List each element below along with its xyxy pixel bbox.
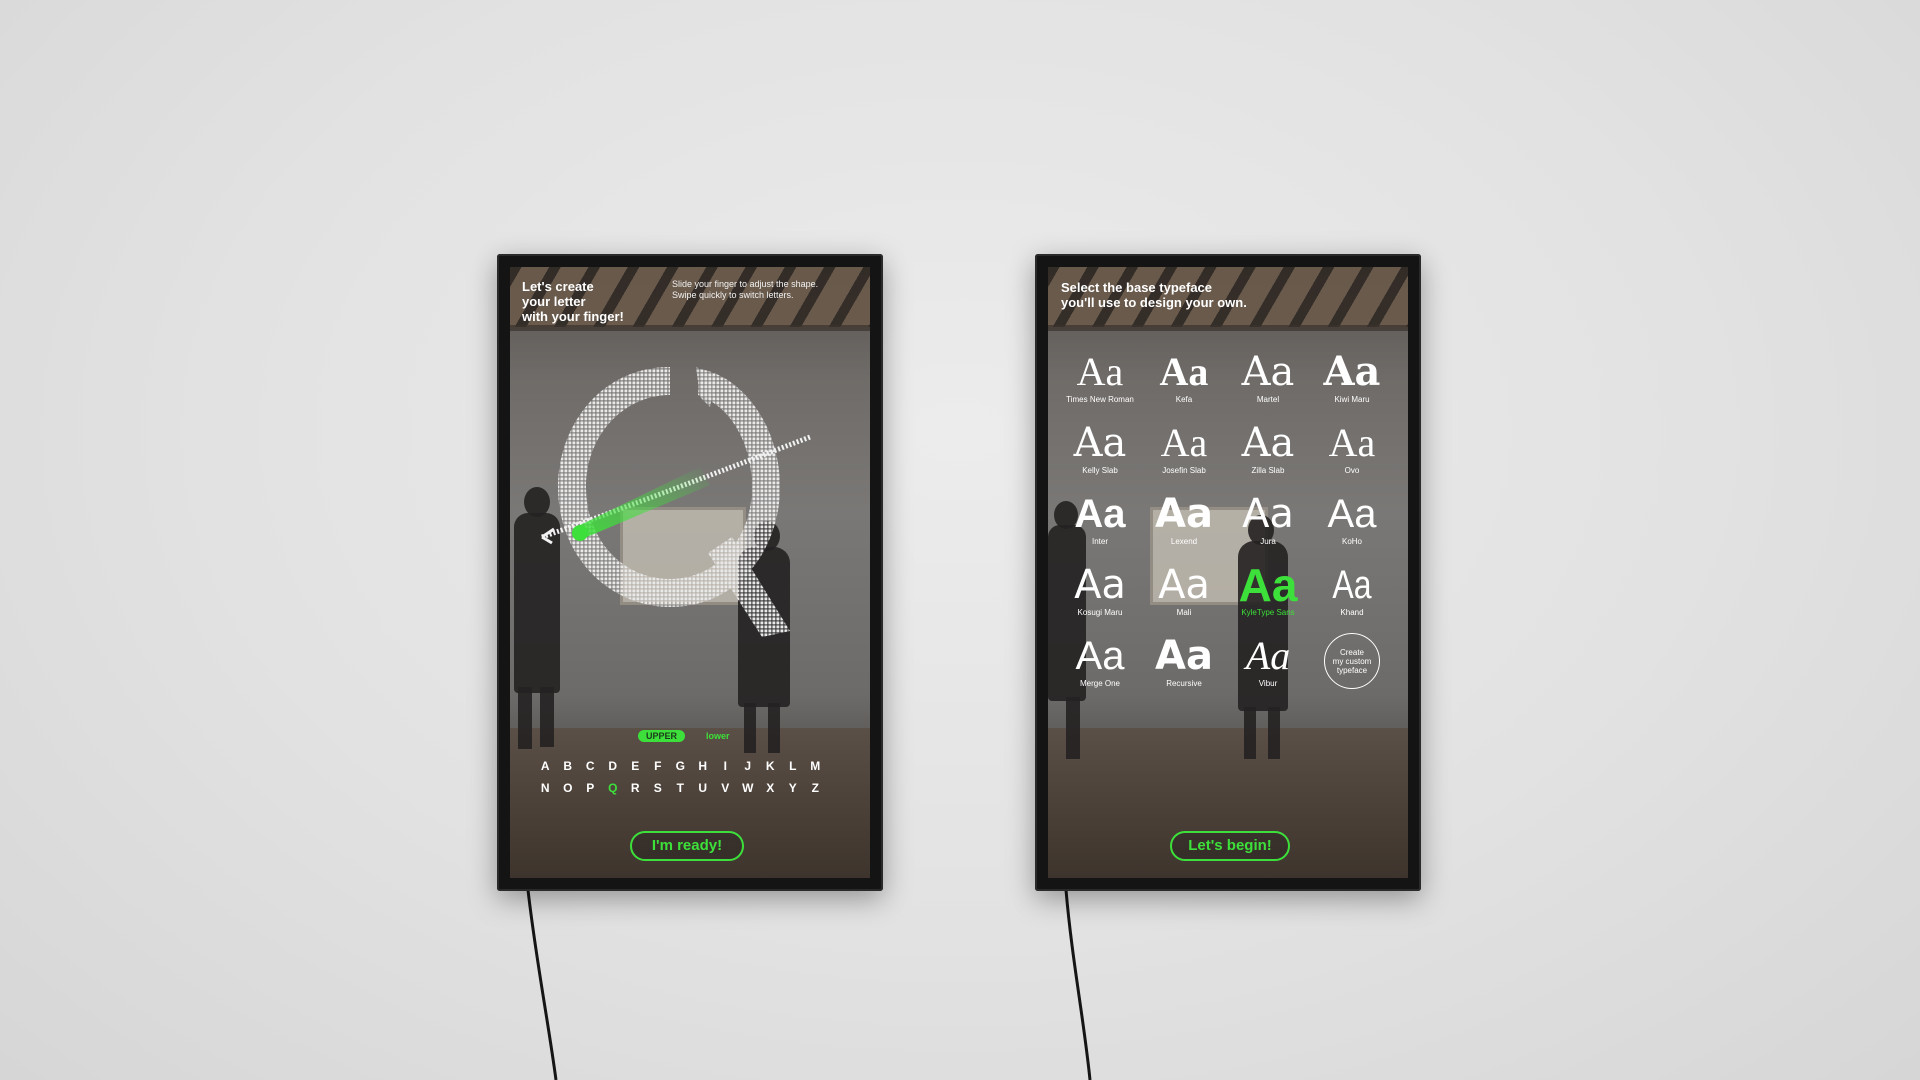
- letter-key[interactable]: B: [557, 759, 580, 773]
- serif-sample-icon: Aa: [1241, 349, 1295, 395]
- letter-key[interactable]: S: [647, 781, 670, 795]
- letter-key[interactable]: W: [737, 781, 760, 795]
- letter-key[interactable]: Y: [782, 781, 805, 795]
- typeface-option[interactable]: Aa Josefin Slab: [1142, 418, 1226, 475]
- letter-canvas[interactable]: [540, 337, 840, 637]
- left-screen: Let's create your letter with your finge…: [510, 267, 870, 878]
- power-cables: [526, 889, 1092, 1080]
- right-display-frame: Select the base typeface you'll use to d…: [1035, 254, 1421, 891]
- lowercase-toggle[interactable]: lower: [706, 731, 730, 741]
- sans-sample-icon: Aa: [1327, 492, 1377, 536]
- letter-key[interactable]: F: [647, 759, 670, 773]
- condensed-sample-icon: Aa: [1332, 563, 1372, 607]
- letter-key[interactable]: D: [602, 759, 625, 773]
- slab-light-sample-icon: Aa: [1160, 420, 1208, 465]
- typeface-option[interactable]: Aa Lexend: [1142, 489, 1226, 546]
- pixel-letter-q[interactable]: [540, 337, 840, 637]
- create-letter-title: Let's create your letter with your finge…: [522, 279, 624, 324]
- typeface-option[interactable]: Aa Vibur: [1226, 631, 1310, 689]
- letter-key[interactable]: E: [624, 759, 647, 773]
- typeface-option-selected[interactable]: Aa KyleType Sans: [1226, 560, 1310, 617]
- sans-sample-icon: Aa: [1074, 562, 1126, 608]
- typeface-option[interactable]: Aa Kelly Slab: [1058, 418, 1142, 475]
- touch-point-indicator: [572, 525, 588, 541]
- typeface-option[interactable]: Aa Recursive: [1142, 631, 1226, 689]
- sans-bold-sample-icon: Aa: [1238, 559, 1298, 611]
- typeface-option[interactable]: Aa Jura: [1226, 489, 1310, 546]
- letter-key[interactable]: K: [759, 759, 782, 773]
- typeface-option[interactable]: Aa Martel: [1226, 347, 1310, 404]
- typeface-option[interactable]: Aa Khand: [1310, 560, 1394, 617]
- typeface-grid: Aa Times New Roman Aa Kefa Aa Martel Aa Kiwi…: [1058, 347, 1394, 689]
- uppercase-toggle[interactable]: UPPER: [638, 730, 686, 742]
- sans-bold-sample-icon: Aa: [1155, 633, 1213, 679]
- slab-sample-icon: Aa: [1073, 420, 1127, 466]
- typeface-option[interactable]: Aa Mali: [1142, 560, 1226, 617]
- letter-key[interactable]: J: [737, 759, 760, 773]
- left-display-frame: Let's create your letter with your finge…: [497, 254, 883, 891]
- im-ready-button[interactable]: I'm ready!: [630, 831, 744, 861]
- letter-key[interactable]: A: [534, 759, 557, 773]
- typeface-option[interactable]: Aa Inter: [1058, 489, 1142, 546]
- script-sample-icon: Aa: [1245, 633, 1291, 678]
- sans-sample-icon: Aa: [1075, 634, 1125, 678]
- sans-bold-sample-icon: Aa: [1074, 492, 1126, 536]
- sans-light-sample-icon: Aa: [1242, 491, 1294, 537]
- serif-sample-icon: Aa: [1328, 420, 1376, 465]
- right-screen: Select the base typeface you'll use to d…: [1048, 267, 1408, 878]
- select-typeface-title: Select the base typeface you'll use to d…: [1061, 280, 1247, 310]
- slab-sample-icon: Aa: [1241, 420, 1295, 466]
- create-custom-typeface-button[interactable]: Create my custom typeface: [1324, 633, 1380, 689]
- letter-key[interactable]: L: [782, 759, 805, 773]
- typeface-option[interactable]: Aa Merge One: [1058, 631, 1142, 689]
- typeface-option[interactable]: Aa Kiwi Maru: [1310, 347, 1394, 404]
- serif-bold-sample-icon: Aa: [1159, 349, 1209, 394]
- typeface-option[interactable]: Aa Ovo: [1310, 418, 1394, 475]
- rounded-sample-icon: Aa: [1158, 562, 1210, 608]
- letter-key[interactable]: H: [692, 759, 715, 773]
- letter-key[interactable]: U: [692, 781, 715, 795]
- letter-key[interactable]: T: [669, 781, 692, 795]
- letter-key[interactable]: O: [557, 781, 580, 795]
- letter-key[interactable]: X: [759, 781, 782, 795]
- typeface-option[interactable]: Aa Kefa: [1142, 347, 1226, 404]
- alphabet-row-2: N O P Q R S T U V W X Y Z: [534, 781, 827, 795]
- typeface-option[interactable]: Aa KoHo: [1310, 489, 1394, 546]
- letter-key[interactable]: I: [714, 759, 737, 773]
- letter-key[interactable]: P: [579, 781, 602, 795]
- letter-key[interactable]: C: [579, 759, 602, 773]
- sans-bold-sample-icon: Aa: [1155, 491, 1213, 537]
- serif-sample-icon: Aa: [1076, 349, 1124, 394]
- typeface-option[interactable]: Aa Times New Roman: [1058, 347, 1142, 404]
- lets-begin-button[interactable]: Let's begin!: [1170, 831, 1290, 861]
- typeface-option[interactable]: Aa Kosugi Maru: [1058, 560, 1142, 617]
- serif-bold-sample-icon: Aa: [1323, 348, 1381, 395]
- letter-key[interactable]: N: [534, 781, 557, 795]
- typeface-option[interactable]: Aa Zilla Slab: [1226, 418, 1310, 475]
- letter-key[interactable]: R: [624, 781, 647, 795]
- custom-typeface-option[interactable]: Create my custom typeface: [1310, 631, 1394, 689]
- letter-key[interactable]: G: [669, 759, 692, 773]
- letter-key[interactable]: V: [714, 781, 737, 795]
- alphabet-row-1: A B C D E F G H I J K L M: [534, 759, 827, 773]
- letter-key[interactable]: Z: [804, 781, 827, 795]
- letter-key[interactable]: M: [804, 759, 827, 773]
- gesture-hint: Slide your finger to adjust the shape. S…: [672, 279, 819, 300]
- letter-key-selected[interactable]: Q: [602, 781, 625, 795]
